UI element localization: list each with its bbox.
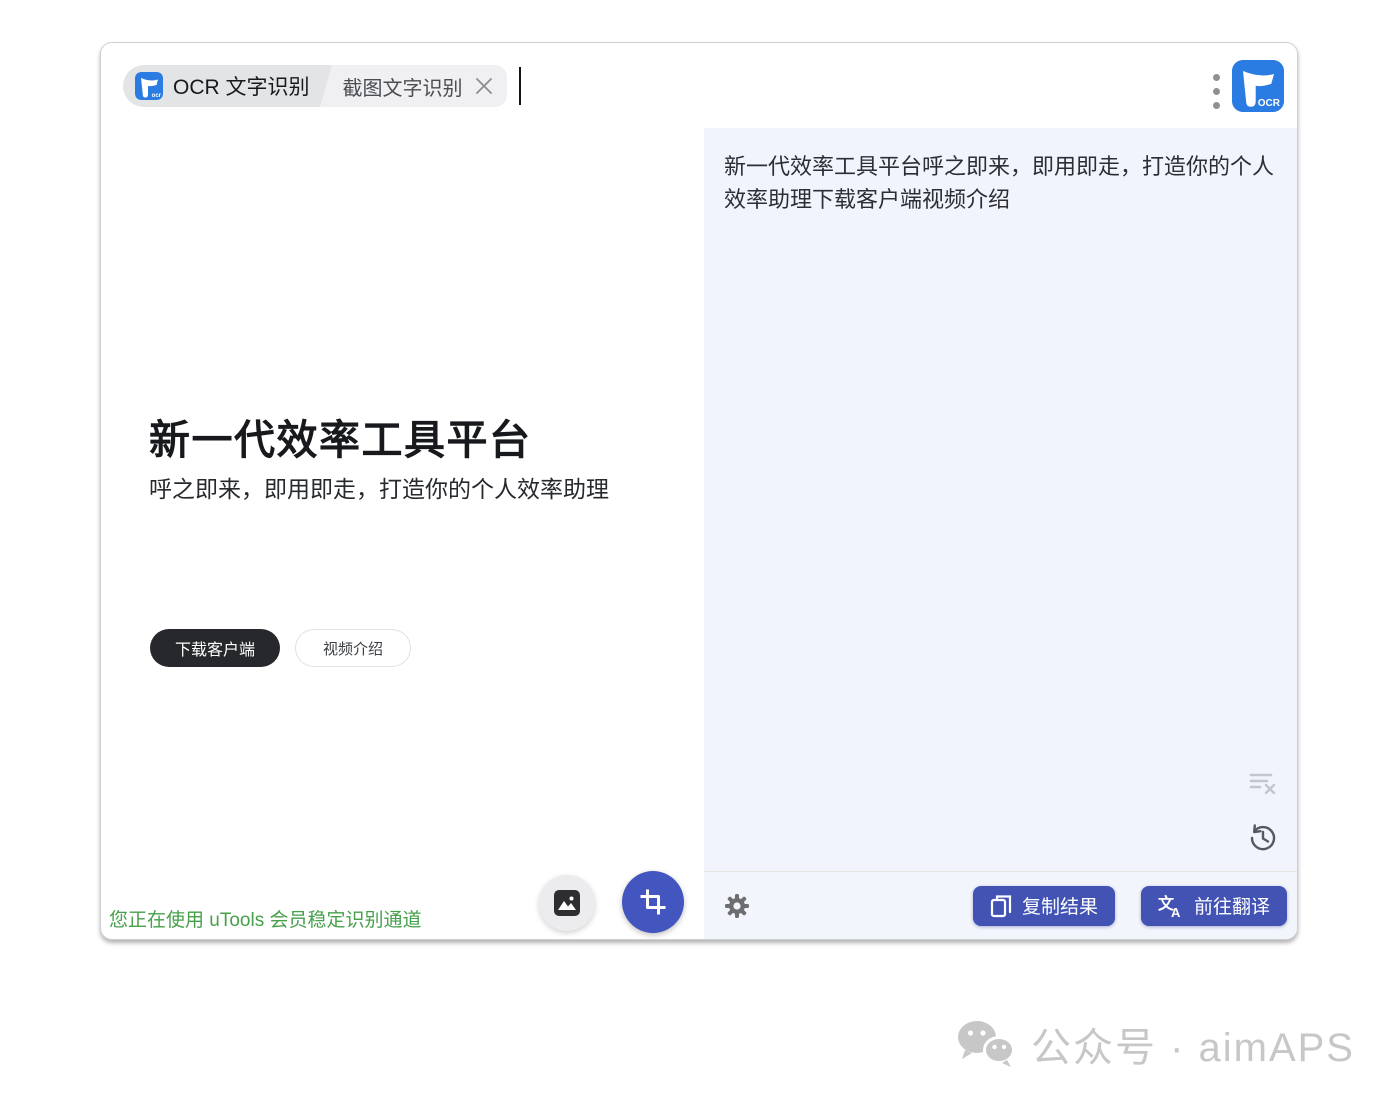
tab-bar: ocr OCR 文字识别 截图文字识别 (123, 65, 521, 107)
translate-icon: 文 A (1158, 894, 1181, 918)
watermark-text: 公众号 · aimAPS (1030, 1026, 1355, 1070)
pick-image-button[interactable] (539, 875, 595, 931)
tab-secondary-label: 截图文字识别 (342, 77, 463, 100)
app-badge-text: OCR (1258, 98, 1281, 109)
history-icon[interactable] (1247, 822, 1279, 854)
close-icon[interactable] (473, 75, 495, 97)
result-action-bar: 复制结果 文 A 前往翻译 (704, 871, 1297, 939)
copy-result-label: 复制结果 (1021, 897, 1098, 918)
preview-buttons-row: 下载客户端 视频介绍 (150, 629, 412, 667)
wechat-icon (957, 1021, 1015, 1067)
page: ocr OCR 文字识别 截图文字识别 OCR 新一代效率工具平台 呼之即来，即… (0, 0, 1400, 1100)
ocr-plugin-window: ocr OCR 文字识别 截图文字识别 OCR 新一代效率工具平台 呼之即来，即… (100, 42, 1298, 940)
copy-icon (990, 894, 1012, 917)
tab-primary-label: OCR 文字识别 (173, 76, 310, 99)
preview-download-button: 下载客户端 (150, 629, 281, 667)
clear-text-icon[interactable] (1247, 768, 1277, 798)
utools-ocr-app-icon[interactable]: OCR (1232, 60, 1284, 112)
header-bar: ocr OCR 文字识别 截图文字识别 OCR (101, 43, 1297, 128)
preview-video-button: 视频介绍 (295, 629, 412, 667)
tab-ocr-plugin[interactable]: ocr OCR 文字识别 (123, 65, 318, 107)
source-image-preview: 新一代效率工具平台 呼之即来，即用即走，打造你的个人效率助理 下载客户端 视频介… (101, 128, 704, 939)
image-icon (554, 890, 580, 916)
crop-icon (640, 889, 666, 915)
screenshot-crop-button[interactable] (622, 871, 684, 933)
tab-screenshot-ocr[interactable]: 截图文字识别 (332, 65, 507, 107)
tab-badge-text: ocr (152, 93, 162, 99)
ocr-result-panel: 新一代效率工具平台呼之即来，即用即走，打造你的个人效率助理下载客户端视频介绍 复… (704, 128, 1297, 939)
recognition-channel-status: 您正在使用 uTools 会员稳定识别通道 (109, 910, 422, 931)
go-translate-button[interactable]: 文 A 前往翻译 (1140, 885, 1287, 926)
copy-result-button[interactable]: 复制结果 (972, 885, 1115, 926)
preview-heading: 新一代效率工具平台 (149, 417, 532, 463)
preview-subtitle: 呼之即来，即用即走，打造你的个人效率助理 (149, 476, 609, 502)
result-buttons: 复制结果 文 A 前往翻译 (972, 885, 1287, 926)
ocr-result-text[interactable]: 新一代效率工具平台呼之即来，即用即走，打造你的个人效率助理下载客户端视频介绍 (724, 150, 1282, 216)
more-menu-icon[interactable] (1209, 70, 1224, 113)
text-caret (518, 67, 521, 105)
settings-gear-icon[interactable] (724, 893, 750, 919)
go-translate-label: 前往翻译 (1193, 897, 1270, 918)
translate-glyph-sub: A (1171, 905, 1181, 918)
watermark: 公众号 · aimAPS (955, 1015, 1355, 1073)
utools-ocr-icon: ocr (135, 72, 163, 100)
